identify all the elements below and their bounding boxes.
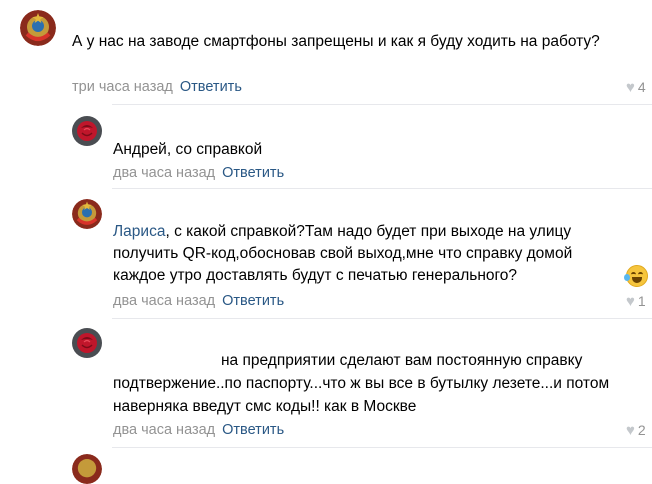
comment-2-reply-link[interactable]: Ответить bbox=[222, 165, 284, 181]
soviet-emblem-icon bbox=[20, 10, 56, 46]
comment-1-time: три часа назад bbox=[72, 79, 173, 95]
comment-2-meta: два часа назад Ответить bbox=[113, 164, 284, 182]
comment-3-text-line-3: каждое утро доставлять будут с печатью г… bbox=[113, 267, 518, 284]
comment-4-text-line-2: подтвержение..по паспорту...что ж вы все… bbox=[113, 375, 610, 392]
heart-icon: ♥ bbox=[626, 79, 635, 96]
heart-icon: ♥ bbox=[626, 293, 635, 310]
comment-4-meta: два часа назад Ответить bbox=[113, 421, 284, 439]
divider bbox=[112, 104, 652, 105]
comment-1-like-button[interactable]: ♥ 4 bbox=[626, 79, 646, 96]
comment-4-reply-link[interactable]: Ответить bbox=[222, 422, 284, 438]
comment-3-like-button[interactable]: ♥ 1 bbox=[626, 293, 646, 310]
comment-3-time: два часа назад bbox=[113, 293, 216, 309]
comment-3-avatar[interactable] bbox=[72, 199, 102, 229]
comment-1-text: А у нас на заводе смартфоны запрещены и … bbox=[72, 33, 600, 50]
red-rose-icon bbox=[72, 116, 102, 146]
comment-3-text-line-2: получить QR-код,обосновав свой выход,мне… bbox=[113, 245, 573, 262]
comment-4-like-button[interactable]: ♥ 2 bbox=[626, 422, 646, 439]
comment-4-text-line-3: наверняка введут смс коды!! как в Москве bbox=[113, 398, 417, 415]
red-rose-icon bbox=[72, 328, 102, 358]
comment-2-time: два часа назад bbox=[113, 165, 216, 181]
rolling-laughing-emoji-icon bbox=[624, 265, 648, 287]
divider bbox=[112, 447, 652, 448]
mention-link[interactable]: Лариса bbox=[113, 223, 165, 240]
soviet-emblem-icon bbox=[72, 199, 102, 229]
comment-4-time: два часа назад bbox=[113, 422, 216, 438]
comment-1-avatar[interactable] bbox=[20, 10, 56, 46]
comment-4-avatar[interactable] bbox=[72, 328, 102, 358]
comment-1-like-count: 4 bbox=[637, 79, 646, 95]
comment-4-like-count: 2 bbox=[637, 422, 646, 438]
comment-5-avatar[interactable] bbox=[72, 454, 102, 484]
soviet-emblem-icon bbox=[72, 454, 102, 484]
comment-4-text-line-1: на предприятии сделают вам постоянную сп… bbox=[221, 352, 583, 369]
comment-2-text: Андрей, со справкой bbox=[113, 141, 263, 158]
comment-3-text-line-1: Лариса, с какой справкой?Там надо будет … bbox=[113, 223, 572, 240]
divider bbox=[112, 188, 652, 189]
heart-icon: ♥ bbox=[626, 422, 635, 439]
comment-2-avatar[interactable] bbox=[72, 116, 102, 146]
comment-1-meta: три часа назад Ответить bbox=[72, 78, 242, 96]
divider bbox=[112, 318, 652, 319]
comment-3-like-count: 1 bbox=[637, 293, 646, 309]
comment-3-reply-link[interactable]: Ответить bbox=[222, 293, 284, 309]
comment-1-reply-link[interactable]: Ответить bbox=[180, 79, 242, 95]
comment-3-meta: два часа назад Ответить bbox=[113, 292, 284, 310]
